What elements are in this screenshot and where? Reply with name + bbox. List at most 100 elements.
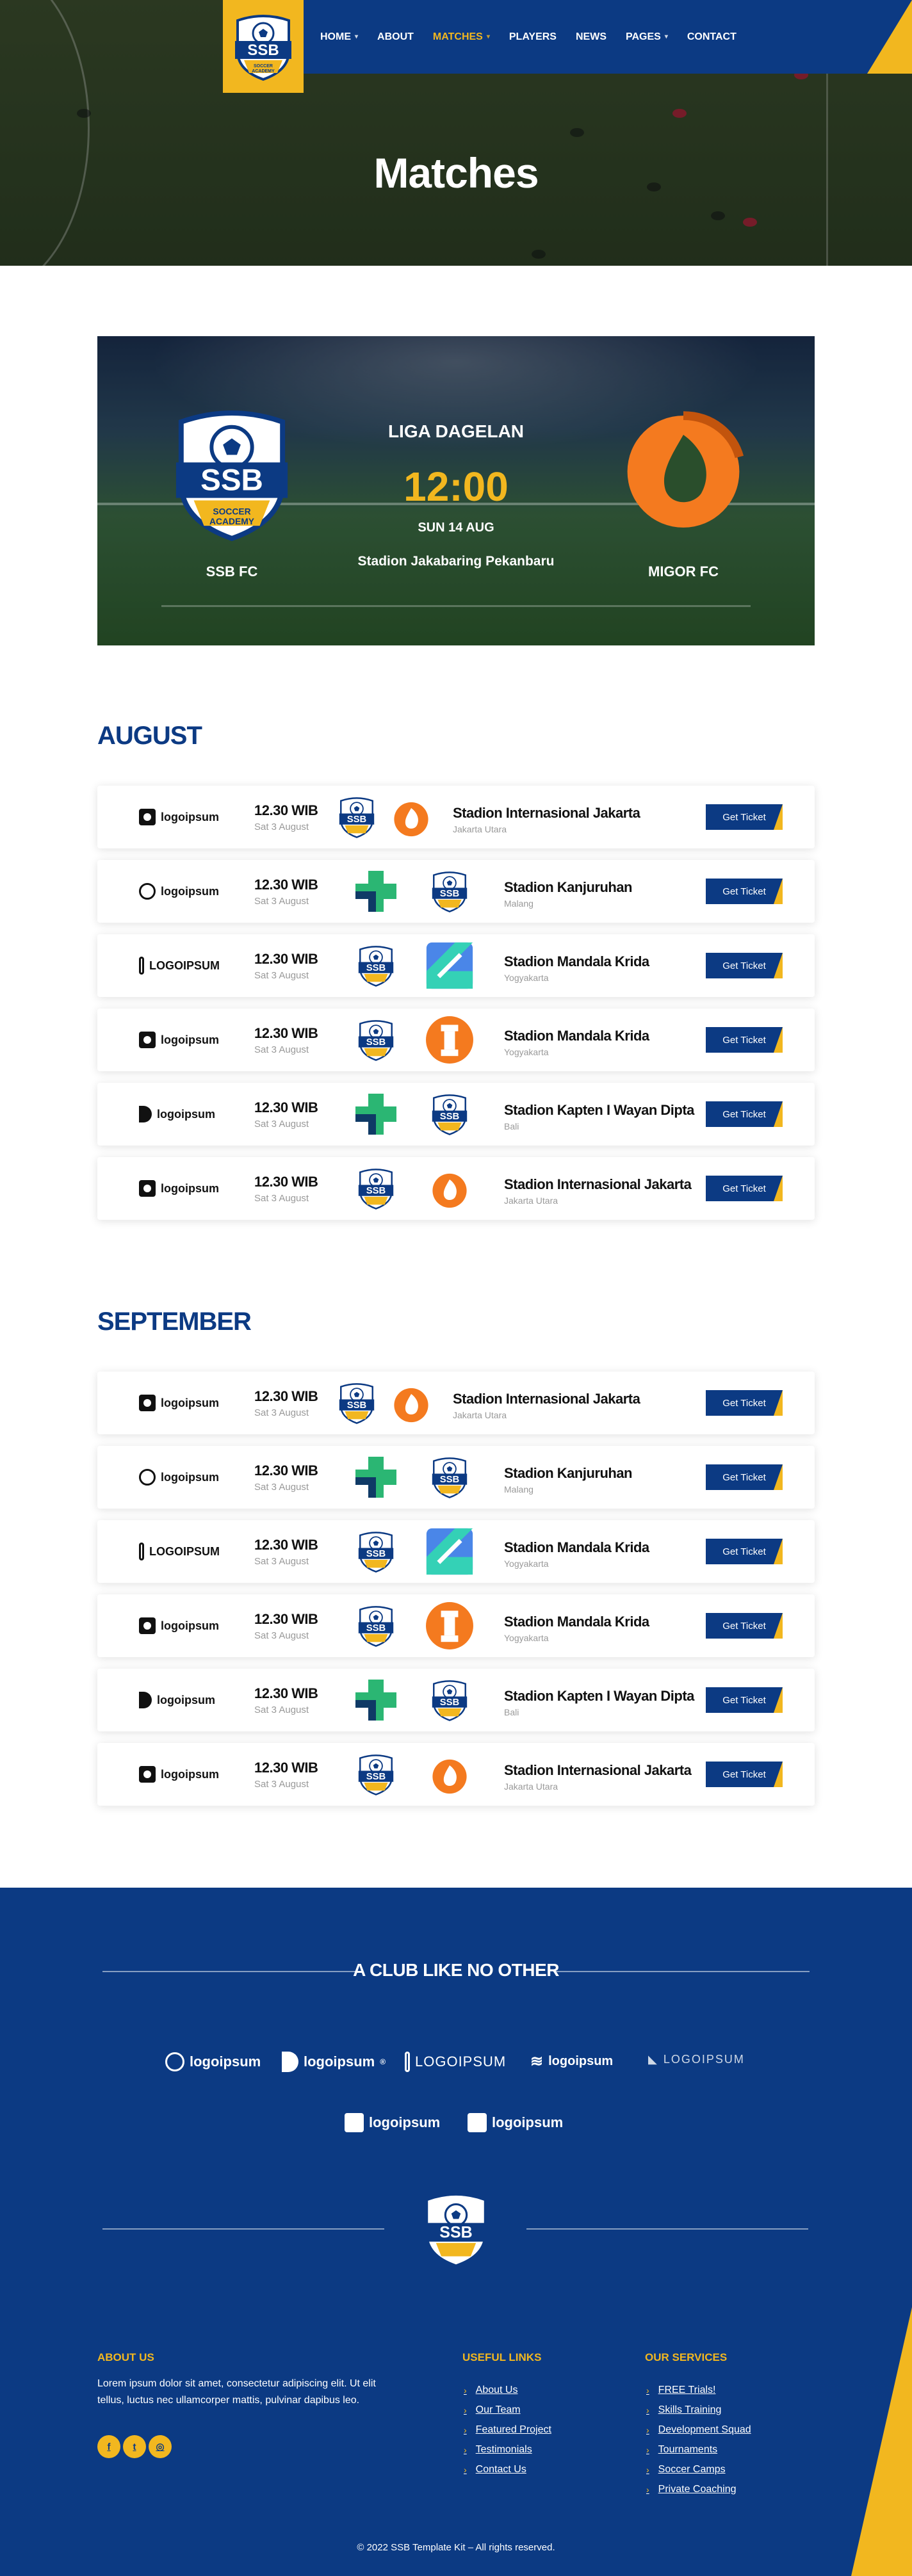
page-hero: SSB SOCCER ACADEMY HOME ▾ ABOUT MATCHES ▾ … xyxy=(0,0,912,266)
venue-name: Stadion Internasional Jakarta xyxy=(453,805,640,821)
match-row: logoipsum 12.30 WIB Sat 3 August SSB Stadion… xyxy=(97,1594,815,1657)
match-venue: Stadion Mandala Krida Yogyakarta xyxy=(504,1614,649,1643)
match-time: 12.30 WIB Sat 3 August xyxy=(254,802,318,832)
home-team-logo xyxy=(344,1669,408,1731)
instagram-icon[interactable]: ◎ xyxy=(149,2435,172,2458)
featured-league: LIGA DAGELAN xyxy=(387,421,525,441)
nav-item-contact[interactable]: CONTACT xyxy=(687,31,737,43)
ssb-crest-icon: SSB xyxy=(358,1020,394,1061)
footer-link[interactable]: › Our Team xyxy=(464,2404,521,2416)
section-title-august: AUGUST xyxy=(97,722,202,750)
main-nav: HOME ▾ ABOUT MATCHES ▾ PLAYERS NEWS PAGES ▾… xyxy=(320,0,737,74)
bar-logo-icon xyxy=(405,2052,410,2072)
get-ticket-button[interactable]: Get Ticket xyxy=(706,1176,783,1201)
match-row: LOGOIPSUM 12.30 WIB Sat 3 August SSB Stadion… xyxy=(97,1520,815,1583)
blue-flag-icon xyxy=(426,1528,473,1575)
venue-name: Stadion Mandala Krida xyxy=(504,1028,649,1044)
sponsor-logo: logoipsum xyxy=(139,1083,215,1146)
match-time: 12.30 WIB Sat 3 August xyxy=(254,1025,318,1055)
venue-name: Stadion Kapten I Wayan Dipta xyxy=(504,1102,694,1118)
away-team-logo: SSB xyxy=(418,860,482,923)
match-time-text: 12.30 WIB xyxy=(254,1099,318,1115)
get-ticket-button[interactable]: Get Ticket xyxy=(706,1027,783,1053)
nav-item-players[interactable]: PLAYERS xyxy=(509,31,557,43)
circle-slash-logo-icon xyxy=(139,1469,156,1486)
match-date: Sat 3 August xyxy=(254,822,309,832)
chevron-down-icon: ▾ xyxy=(664,33,668,40)
sponsor-logo: LOGOIPSUM xyxy=(139,934,220,997)
ssb-crest-icon: SSB SOCCER ACADEMY xyxy=(175,410,288,542)
svg-text:SSB: SSB xyxy=(440,1697,460,1708)
service-link[interactable]: › Skills Training xyxy=(646,2404,721,2416)
venue-name: Stadion Internasional Jakarta xyxy=(504,1762,692,1778)
square-logo-icon xyxy=(468,2113,487,2132)
match-venue: Stadion Kanjuruhan Malang xyxy=(504,879,633,909)
square-logo-icon xyxy=(139,1766,156,1783)
home-team-logo xyxy=(344,1083,408,1146)
home-team-logo xyxy=(344,860,408,923)
footer-link[interactable]: › Contact Us xyxy=(464,2464,526,2475)
svg-text:SOCCER: SOCCER xyxy=(254,64,273,69)
venue-name: Stadion Kanjuruhan xyxy=(504,1465,633,1481)
match-date: Sat 3 August xyxy=(254,1482,309,1493)
match-time: 12.30 WIB Sat 3 August xyxy=(254,1462,318,1493)
match-time: 12.30 WIB Sat 3 August xyxy=(254,951,318,981)
match-venue: Stadion Mandala Krida Yogyakarta xyxy=(504,953,649,983)
partner-logo: ≋ logoipsum xyxy=(530,2053,614,2070)
get-ticket-button[interactable]: Get Ticket xyxy=(706,1762,783,1787)
service-link[interactable]: › Development Squad xyxy=(646,2424,751,2436)
service-link[interactable]: › Soccer Camps xyxy=(646,2464,726,2475)
nav-item-matches[interactable]: MATCHES ▾ xyxy=(433,31,490,43)
ssb-crest-icon: SSB xyxy=(358,1169,394,1210)
d-logo-icon xyxy=(139,1692,152,1708)
service-link[interactable]: › FREE Trials! xyxy=(646,2385,715,2396)
venue-city: Malang xyxy=(504,898,533,909)
nav-item-pages[interactable]: PAGES ▾ xyxy=(626,31,668,43)
get-ticket-button[interactable]: Get Ticket xyxy=(706,1687,783,1713)
venue-name: Stadion Kapten I Wayan Dipta xyxy=(504,1688,694,1704)
get-ticket-button[interactable]: Get Ticket xyxy=(706,1539,783,1564)
links-title: USEFUL LINKS xyxy=(462,2351,542,2363)
service-link[interactable]: › Tournaments xyxy=(646,2444,717,2456)
facebook-icon[interactable]: f xyxy=(97,2435,120,2458)
venue-name: Stadion Mandala Krida xyxy=(504,953,649,969)
page-title: Matches xyxy=(373,149,539,197)
get-ticket-button[interactable]: Get Ticket xyxy=(706,1390,783,1416)
d-logo-icon xyxy=(139,1106,152,1122)
match-time: 12.30 WIB Sat 3 August xyxy=(254,877,318,907)
footer-link[interactable]: › Testimonials xyxy=(464,2444,532,2456)
venue-city: Bali xyxy=(504,1707,519,1717)
match-row: logoipsum 12.30 WIB Sat 3 August SSB Stadion… xyxy=(97,1372,815,1434)
get-ticket-button[interactable]: Get Ticket xyxy=(706,879,783,904)
green-cross-icon xyxy=(355,1457,396,1498)
sponsor-logo: logoipsum xyxy=(139,1372,219,1434)
orange-drop-icon xyxy=(432,1759,467,1794)
get-ticket-button[interactable]: Get Ticket xyxy=(706,1101,783,1127)
twitter-icon[interactable]: t xyxy=(123,2435,146,2458)
venue-city: Jakarta Utara xyxy=(504,1781,558,1792)
site-logo[interactable]: SSB SOCCER ACADEMY xyxy=(223,0,304,93)
footer-link[interactable]: › Featured Project xyxy=(464,2424,551,2436)
nav-item-about[interactable]: ABOUT xyxy=(377,31,414,43)
match-time-text: 12.30 WIB xyxy=(254,877,318,893)
match-date: Sat 3 August xyxy=(254,970,309,981)
get-ticket-button[interactable]: Get Ticket xyxy=(706,1464,783,1490)
footer-link[interactable]: › About Us xyxy=(464,2385,517,2396)
svg-text:SSB: SSB xyxy=(440,889,460,899)
away-team-logo xyxy=(418,1520,482,1583)
service-link[interactable]: › Private Coaching xyxy=(646,2484,737,2495)
get-ticket-button[interactable]: Get Ticket xyxy=(706,804,783,830)
venue-name: Stadion Internasional Jakarta xyxy=(453,1391,640,1407)
get-ticket-button[interactable]: Get Ticket xyxy=(706,1613,783,1639)
venue-city: Yogyakarta xyxy=(504,1559,549,1569)
nav-item-news[interactable]: NEWS xyxy=(576,31,607,43)
chevron-right-icon: › xyxy=(646,2385,649,2395)
ssb-crest-icon: SSB xyxy=(432,1457,468,1498)
nav-item-home[interactable]: HOME ▾ xyxy=(320,31,358,43)
orange-pillar-icon xyxy=(426,1016,473,1064)
chevron-down-icon: ▾ xyxy=(355,33,359,40)
match-date: Sat 3 August xyxy=(254,1407,309,1418)
get-ticket-button[interactable]: Get Ticket xyxy=(706,953,783,978)
match-venue: Stadion Internasional Jakarta Jakarta Uta… xyxy=(453,805,640,834)
green-cross-icon xyxy=(355,1680,396,1721)
